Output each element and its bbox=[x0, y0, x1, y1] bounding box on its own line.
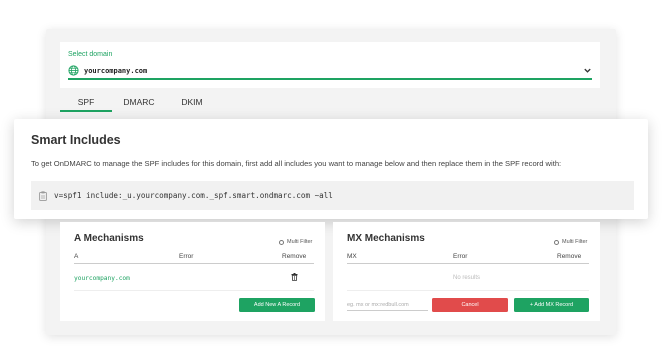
column-header-error: Error bbox=[453, 253, 468, 260]
a-mechanisms-card: A Mechanisms Multi Filter A Error Remove… bbox=[60, 222, 325, 321]
domain-select-card: Select domain yourcompany.com bbox=[60, 42, 600, 88]
column-header-remove: Remove bbox=[282, 253, 307, 260]
mx-multi-filter[interactable]: Multi Filter bbox=[554, 239, 587, 245]
a-record-value: yourcompany.com bbox=[74, 275, 130, 282]
chevron-down-icon[interactable] bbox=[583, 66, 592, 75]
tab-dkim[interactable]: DKIM bbox=[166, 96, 218, 112]
row-divider bbox=[347, 290, 589, 291]
mx-mechanisms-title: MX Mechanisms bbox=[347, 233, 425, 244]
add-a-record-button[interactable]: Add New A Record bbox=[239, 298, 315, 312]
tab-dmarc[interactable]: DMARC bbox=[112, 96, 166, 112]
domain-select[interactable]: yourcompany.com bbox=[68, 63, 592, 80]
no-results-text: No results bbox=[452, 275, 480, 281]
smart-includes-title: Smart Includes bbox=[31, 133, 121, 147]
spf-record-text: v=spf1 include:_u.yourcompany.com._spf.s… bbox=[54, 191, 333, 200]
cancel-button[interactable]: Cancel bbox=[432, 298, 508, 312]
column-header-a: A bbox=[74, 253, 79, 260]
header-divider bbox=[74, 263, 314, 264]
multi-filter-label: Multi Filter bbox=[287, 239, 313, 245]
a-mechanisms-title: A Mechanisms bbox=[74, 233, 144, 244]
column-header-mx: MX bbox=[347, 253, 357, 260]
multi-filter-label: Multi Filter bbox=[562, 239, 588, 245]
add-mx-record-button[interactable]: + Add MX Record bbox=[514, 298, 589, 312]
a-multi-filter[interactable]: Multi Filter bbox=[279, 239, 312, 245]
domain-select-label: Select domain bbox=[68, 51, 113, 58]
smart-includes-card: Smart Includes To get OnDMARC to manage … bbox=[14, 119, 648, 219]
globe-icon bbox=[68, 65, 79, 76]
row-divider bbox=[74, 290, 314, 291]
selected-domain: yourcompany.com bbox=[84, 66, 148, 75]
mx-record-input[interactable]: eg. mx or mx:redbull.com bbox=[347, 299, 428, 311]
column-header-remove: Remove bbox=[557, 253, 582, 260]
mx-mechanisms-card: MX Mechanisms Multi Filter MX Error Remo… bbox=[333, 222, 600, 321]
radio-icon[interactable] bbox=[554, 239, 559, 245]
record-tabs: SPF DMARC DKIM bbox=[60, 96, 218, 112]
smart-includes-description: To get OnDMARC to manage the SPF include… bbox=[31, 159, 562, 168]
column-header-error: Error bbox=[179, 253, 194, 260]
header-divider bbox=[347, 263, 589, 264]
clipboard-icon[interactable] bbox=[39, 190, 47, 201]
radio-icon[interactable] bbox=[279, 239, 284, 245]
tab-spf[interactable]: SPF bbox=[60, 96, 112, 112]
trash-icon[interactable] bbox=[291, 273, 298, 281]
spf-record-box[interactable]: v=spf1 include:_u.yourcompany.com._spf.s… bbox=[31, 181, 634, 210]
